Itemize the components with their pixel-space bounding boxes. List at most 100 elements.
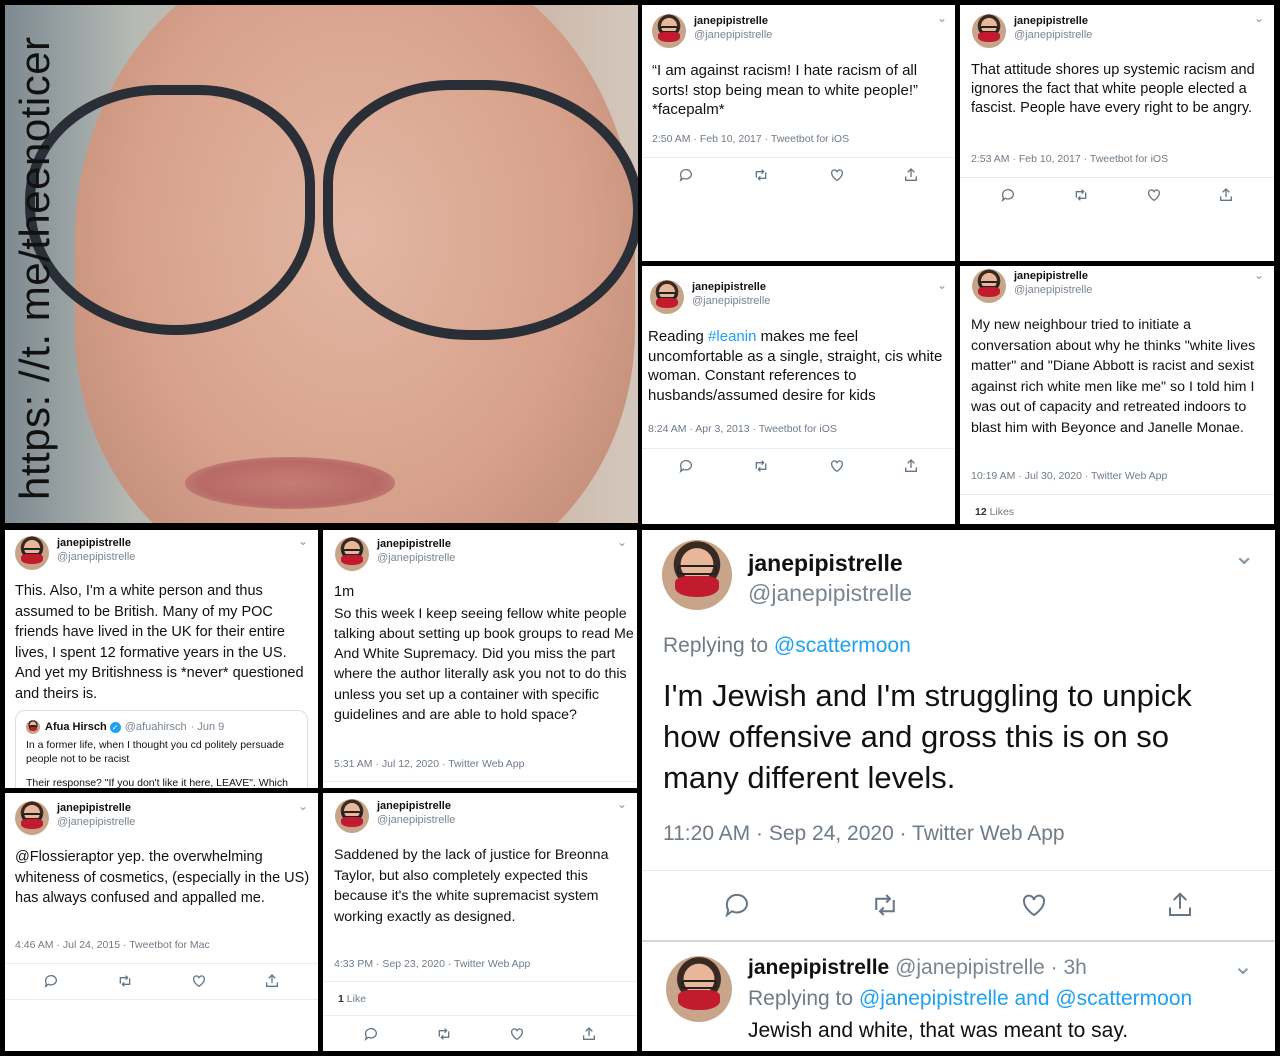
display-name[interactable]: janepipistrelle [1014, 14, 1092, 28]
share-icon[interactable] [903, 167, 919, 183]
handle[interactable]: @janepipistrelle [1014, 28, 1092, 42]
chevron-down-icon[interactable]: ⌄ [1233, 952, 1253, 981]
reply-time: · 3h [1050, 956, 1087, 979]
action-bar [363, 1026, 597, 1042]
avatar[interactable] [972, 14, 1006, 48]
heart-icon[interactable] [1019, 890, 1049, 920]
heart-icon[interactable] [509, 1026, 525, 1042]
divider [5, 999, 318, 1000]
quoted-tweet[interactable]: Afua Hirsch ✓ @afuahirsch · Jun 9 In a f… [15, 710, 308, 788]
retweet-icon[interactable] [752, 458, 770, 474]
reply-icon[interactable] [678, 167, 694, 183]
retweet-icon[interactable] [435, 1026, 453, 1042]
heart-icon[interactable] [829, 167, 845, 183]
reply-icon[interactable] [722, 890, 752, 920]
handle[interactable]: @janepipistrelle [57, 550, 135, 564]
retweet-icon[interactable] [1072, 187, 1090, 203]
handle[interactable]: @janepipistrelle [377, 813, 455, 827]
avatar[interactable] [650, 280, 684, 314]
reply-text: Jewish and white, that was meant to say. [748, 1019, 1129, 1042]
display-name[interactable]: janepipistrelle [692, 280, 770, 294]
replying-to-link[interactable]: @janepipistrelle and @scattermoon [859, 987, 1192, 1010]
tweet-card-7[interactable]: janepipistrelle @janepipistrelle ⌄ @Flos… [5, 793, 318, 1051]
tweet-text: @Flossieraptor yep. the overwhelming whi… [15, 849, 310, 907]
chevron-down-icon[interactable]: ⌄ [298, 799, 308, 813]
chevron-down-icon[interactable]: ⌄ [617, 797, 627, 811]
hashtag-link[interactable]: #leanin [708, 328, 756, 345]
tweet-card-8[interactable]: janepipistrelle @janepipistrelle ⌄ Sadde… [323, 793, 637, 1051]
avatar[interactable] [972, 269, 1006, 303]
avatar[interactable] [662, 540, 732, 610]
handle[interactable]: @janepipistrelle [377, 551, 455, 565]
heart-icon[interactable] [1146, 187, 1162, 203]
display-name[interactable]: janepipistrelle [694, 14, 772, 28]
display-name[interactable]: janepipistrelle [748, 548, 912, 578]
tweet-card-1[interactable]: janepipistrelle @janepipistrelle ⌄ “I am… [642, 5, 955, 261]
action-bar [1000, 187, 1234, 203]
reply-icon[interactable] [43, 973, 59, 989]
tweet-meta: 4:33 PM · Sep 23, 2020 · Twitter Web App [334, 958, 531, 970]
action-bar [678, 167, 919, 183]
display-name[interactable]: janepipistrelle [57, 536, 135, 550]
avatar[interactable] [15, 536, 49, 570]
display-name[interactable]: janepipistrelle [1014, 269, 1092, 283]
quoted-handle[interactable]: @afuahirsch [125, 721, 187, 733]
share-icon[interactable] [1165, 890, 1195, 920]
quoted-display-name[interactable]: Afua Hirsch [45, 721, 107, 733]
chevron-down-icon[interactable]: ⌄ [937, 11, 947, 25]
handle[interactable]: @janepipistrelle [692, 294, 770, 308]
heart-icon[interactable] [191, 973, 207, 989]
avatar[interactable] [335, 537, 369, 571]
chevron-down-icon[interactable]: ⌄ [1233, 540, 1255, 571]
watermark-text: https: //t. me/theenoticer [11, 36, 58, 500]
likes-count[interactable]: 12 Likes [975, 506, 1014, 518]
glasses-left-lens [25, 85, 315, 335]
retweet-icon[interactable] [116, 973, 134, 989]
tweet-text: So this week I keep seeing fellow white … [334, 606, 634, 723]
avatar[interactable] [666, 956, 732, 1022]
share-icon[interactable] [581, 1026, 597, 1042]
tweet-meta: 8:24 AM · Apr 3, 2013 · Tweetbot for iOS [648, 423, 837, 435]
display-name[interactable]: janepipistrelle [377, 537, 455, 551]
avatar[interactable] [15, 801, 49, 835]
tweet-card-6[interactable]: janepipistrelle @janepipistrelle ⌄ 1m So… [323, 530, 637, 788]
display-name[interactable]: janepipistrelle [377, 799, 455, 813]
tweet-card-9[interactable]: janepipistrelle @janepipistrelle ⌄ Reply… [642, 530, 1275, 1051]
tweet-card-5[interactable]: janepipistrelle @janepipistrelle ⌄ This.… [5, 530, 318, 788]
chevron-down-icon[interactable]: ⌄ [1254, 268, 1264, 282]
handle[interactable]: @janepipistrelle [57, 815, 135, 829]
reply-icon[interactable] [1000, 187, 1016, 203]
chevron-down-icon[interactable]: ⌄ [298, 534, 308, 548]
reply-icon[interactable] [363, 1026, 379, 1042]
replying-to-link[interactable]: @scattermoon [774, 634, 911, 657]
handle[interactable]: @janepipistrelle [895, 956, 1045, 979]
handle[interactable]: @janepipistrelle [694, 28, 772, 42]
heart-icon[interactable] [829, 458, 845, 474]
handle[interactable]: @janepipistrelle [1014, 283, 1092, 297]
tweet-meta: 2:53 AM · Feb 10, 2017 · Tweetbot for iO… [971, 153, 1169, 165]
handle[interactable]: @janepipistrelle [748, 578, 912, 608]
tweet-card-2[interactable]: janepipistrelle @janepipistrelle ⌄ That … [960, 5, 1274, 261]
share-icon[interactable] [903, 458, 919, 474]
avatar[interactable] [26, 720, 40, 734]
verified-badge-icon: ✓ [109, 721, 121, 733]
likes-count[interactable]: 1 Like [338, 993, 366, 1005]
share-icon[interactable] [264, 973, 280, 989]
tweet-meta: 2:50 AM · Feb 10, 2017 · Tweetbot for iO… [652, 133, 850, 145]
display-name[interactable]: janepipistrelle [748, 956, 889, 979]
avatar[interactable] [335, 799, 369, 833]
reply-icon[interactable] [678, 458, 694, 474]
chevron-down-icon[interactable]: ⌄ [937, 278, 947, 292]
display-name[interactable]: janepipistrelle [57, 801, 135, 815]
avatar[interactable] [652, 14, 686, 48]
retweet-icon[interactable] [752, 167, 770, 183]
tweet-card-4[interactable]: janepipistrelle @janepipistrelle ⌄ My ne… [960, 266, 1274, 524]
action-bar [678, 458, 919, 474]
share-icon[interactable] [1218, 187, 1234, 203]
chevron-down-icon[interactable]: ⌄ [1254, 11, 1264, 25]
divider [5, 963, 318, 964]
reply-tweet[interactable]: janepipistrelle @janepipistrelle · 3h ⌄ … [642, 942, 1275, 1051]
retweet-icon[interactable] [868, 890, 902, 920]
tweet-card-3[interactable]: janepipistrelle @janepipistrelle ⌄ Readi… [642, 266, 955, 524]
chevron-down-icon[interactable]: ⌄ [617, 535, 627, 549]
